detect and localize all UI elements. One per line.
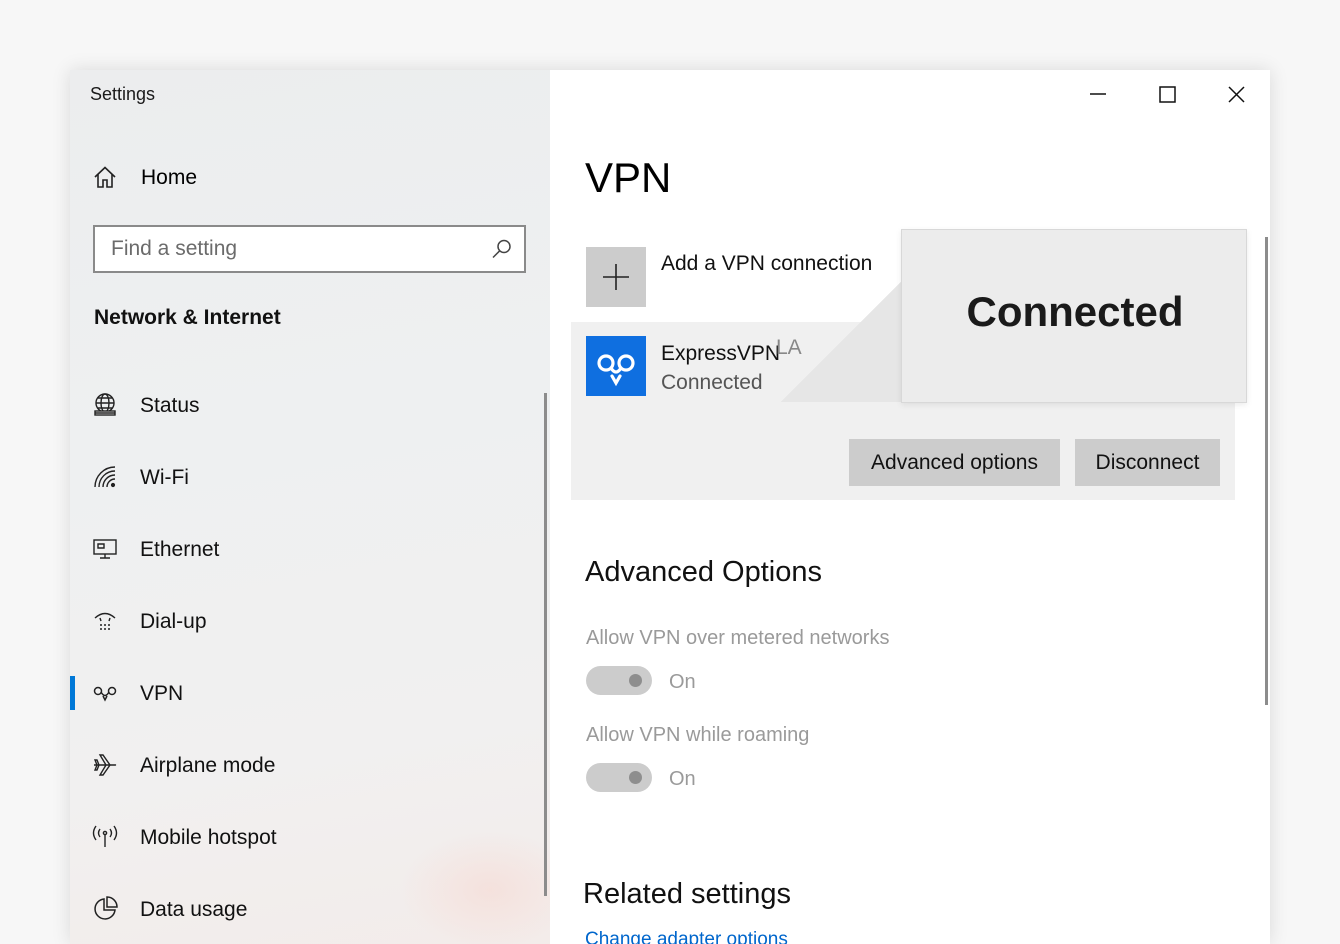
- nav-item-label: Dial-up: [140, 610, 207, 633]
- advanced-options-title: Advanced Options: [585, 556, 822, 588]
- nav-item-ethernet[interactable]: Ethernet: [70, 514, 546, 586]
- vpn-connection-location: LA: [776, 336, 802, 359]
- settings-window: Settings Home Network & Internet: [70, 70, 1270, 944]
- nav-item-wifi[interactable]: Wi-Fi: [70, 442, 546, 514]
- nav-item-label: Status: [140, 394, 200, 417]
- content-pane: VPN Add a VPN connection ExpressVPN Conn…: [550, 70, 1270, 944]
- nav-item-label: VPN: [140, 682, 184, 705]
- plus-icon: [603, 264, 629, 290]
- metered-networks-label: Allow VPN over metered networks: [586, 627, 890, 649]
- airplane-icon: [92, 752, 118, 778]
- hotspot-icon: [92, 824, 118, 850]
- nav-item-label: Airplane mode: [140, 754, 276, 777]
- section-title: Network & Internet: [94, 306, 281, 329]
- search-input[interactable]: [95, 227, 475, 271]
- wifi-icon: [92, 464, 118, 490]
- metered-networks-state: On: [669, 671, 696, 693]
- nav-item-airplane[interactable]: Airplane mode: [70, 730, 546, 802]
- dialup-icon: [92, 608, 118, 634]
- minimize-icon: [1090, 93, 1106, 95]
- tooltip-text: Connected: [966, 288, 1184, 335]
- nav-item-vpn[interactable]: VPN: [70, 658, 546, 730]
- metered-networks-toggle[interactable]: [586, 666, 652, 695]
- roaming-toggle[interactable]: [586, 763, 652, 792]
- search-box[interactable]: [93, 225, 526, 273]
- nav-item-dialup[interactable]: Dial-up: [70, 586, 546, 658]
- nav-item-label: Mobile hotspot: [140, 826, 277, 849]
- ethernet-icon: [92, 536, 118, 562]
- window-title: Settings: [90, 84, 156, 104]
- page-title: VPN: [585, 154, 672, 201]
- pie-chart-icon: [92, 896, 118, 922]
- expressvpn-logo-icon: [586, 336, 646, 396]
- left-nav-pane: Settings Home Network & Internet: [70, 70, 580, 944]
- close-button[interactable]: [1213, 80, 1259, 110]
- change-adapter-options-link[interactable]: Change adapter options: [585, 929, 788, 944]
- search-icon[interactable]: [490, 237, 514, 261]
- vpn-icon: [92, 680, 118, 706]
- close-icon: [1228, 86, 1245, 103]
- toggle-knob: [629, 674, 642, 687]
- vpn-connection-status: Connected: [661, 371, 763, 394]
- left-scrollbar[interactable]: [544, 393, 547, 896]
- roaming-state: On: [669, 768, 696, 790]
- nav-item-hotspot[interactable]: Mobile hotspot: [70, 802, 546, 874]
- add-tile[interactable]: [586, 247, 646, 307]
- globe-icon: [92, 392, 118, 418]
- disconnect-button[interactable]: Disconnect: [1075, 439, 1220, 486]
- nav-item-label: Wi-Fi: [140, 466, 189, 489]
- nav-home-label: Home: [141, 166, 198, 189]
- nav-list: Status Wi-Fi Ethernet Dial-up VPN Airpla…: [70, 370, 546, 944]
- nav-item-label: Data usage: [140, 898, 248, 921]
- home-icon: [92, 164, 118, 190]
- roaming-label: Allow VPN while roaming: [586, 724, 810, 746]
- content-scrollbar[interactable]: [1265, 237, 1268, 705]
- status-tooltip: Connected: [901, 229, 1247, 403]
- maximize-button[interactable]: [1144, 80, 1190, 110]
- nav-item-status[interactable]: Status: [70, 370, 546, 442]
- nav-item-label: Ethernet: [140, 538, 220, 561]
- nav-item-data-usage[interactable]: Data usage: [70, 874, 546, 944]
- related-settings-title: Related settings: [583, 878, 791, 910]
- advanced-options-button[interactable]: Advanced options: [849, 439, 1060, 486]
- toggle-knob: [629, 771, 642, 784]
- maximize-icon: [1159, 86, 1176, 103]
- minimize-button[interactable]: [1075, 80, 1121, 110]
